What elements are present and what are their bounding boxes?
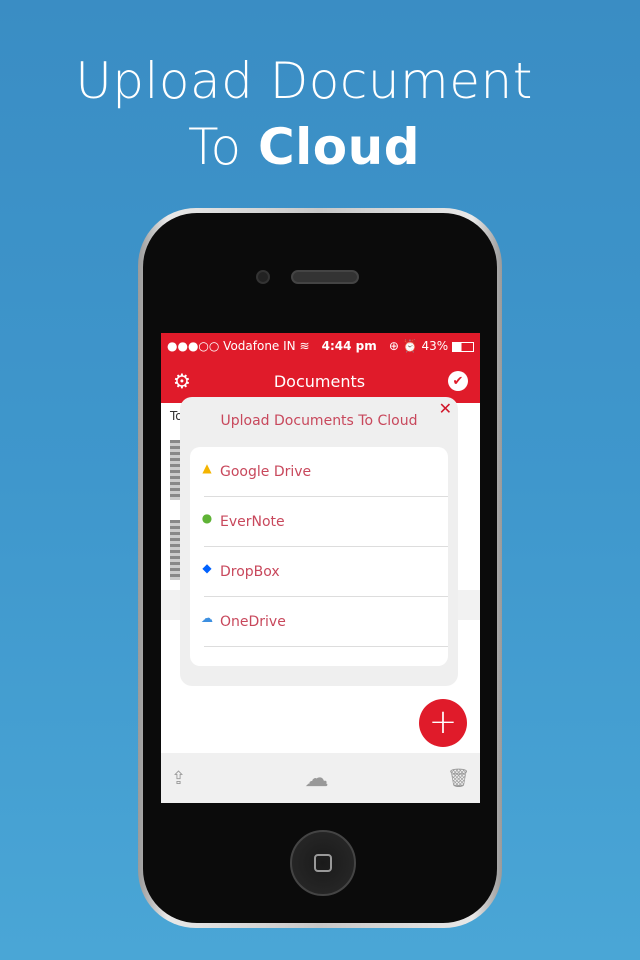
cloud-service-list: ▲ Google Drive ● EverNote ◆ DropBox ☁ OneDri… [190, 447, 448, 666]
service-dropbox[interactable]: ◆ DropBox [190, 547, 448, 597]
carrier: ●●●○○ Vodafone IN [167, 339, 296, 353]
page-title: Documents [273, 371, 366, 391]
service-label: DropBox [220, 564, 280, 580]
trash-icon[interactable]: 🗑 [447, 768, 470, 789]
evernote-icon: ● [201, 511, 213, 525]
share-icon[interactable]: ⇪ [171, 768, 186, 789]
service-label: OneDrive [220, 614, 286, 630]
service-evernote[interactable]: ● EverNote [190, 497, 448, 547]
headline-prefix: To [187, 118, 258, 176]
status-right: ⊕ ⏰ 43% [388, 339, 449, 353]
bottom-toolbar: ⇪ ☁ 🗑 [161, 753, 480, 803]
google-drive-icon: ▲ [202, 461, 212, 475]
headline-bold: Cloud [257, 118, 421, 176]
add-button[interactable]: + [419, 699, 467, 747]
onedrive-icon: ☁ [201, 611, 213, 625]
battery-icon [451, 341, 474, 352]
service-label: Google Drive [220, 464, 312, 480]
modal-title: Upload Documents To Cloud [220, 413, 418, 429]
camera [256, 270, 270, 284]
time: 4:44 pm [321, 339, 377, 353]
service-onedrive[interactable]: ☁ OneDrive [190, 597, 448, 647]
wifi-icon: ≋ [299, 339, 310, 353]
headline-line1: Upload Document [75, 52, 533, 110]
upload-modal: ✕ Upload Documents To Cloud ▲ Google Driv… [180, 397, 458, 686]
speaker [291, 270, 359, 284]
dropbox-icon: ◆ [202, 561, 212, 575]
headline-line2: To Cloud [0, 118, 608, 176]
check-circle-icon[interactable]: ✔ [447, 371, 468, 391]
app-screen: ●●●○○ Vodafone IN ≋ 4:44 pm ⊕ ⏰ 43% ⚙ Do… [161, 333, 480, 803]
gear-icon[interactable]: ⚙ [173, 369, 191, 393]
home-button[interactable] [290, 830, 356, 896]
service-label: EverNote [220, 514, 285, 530]
service-google-drive[interactable]: ▲ Google Drive [190, 447, 448, 497]
cloud-upload-icon[interactable]: ☁ [305, 764, 329, 792]
status-bar: ●●●○○ Vodafone IN ≋ 4:44 pm ⊕ ⏰ 43% [161, 333, 480, 359]
